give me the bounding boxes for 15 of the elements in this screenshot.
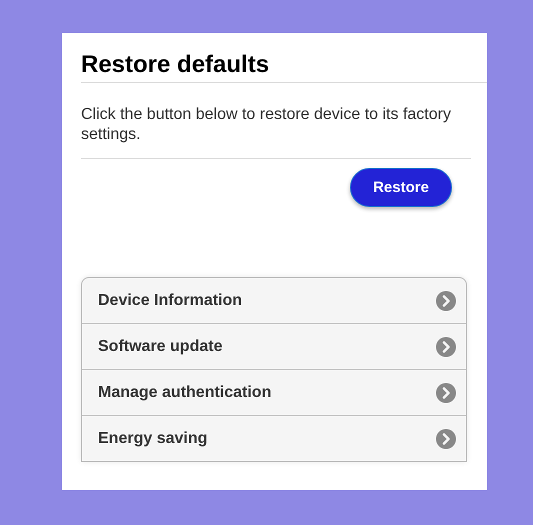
menu-item-label: Software update: [98, 338, 222, 356]
menu-item[interactable]: Manage authentication: [82, 369, 466, 415]
menu-item-label: Energy saving: [98, 430, 208, 448]
menu-item-label: Manage authentication: [98, 384, 272, 402]
chevron-icon: [436, 336, 456, 356]
menu-item-label: Device Information: [98, 292, 242, 310]
menu-item[interactable]: Software update: [82, 323, 466, 369]
page-title: Restore defaults: [81, 33, 487, 83]
restore-button[interactable]: Restore: [350, 168, 452, 207]
description-text: Click the button below to restore device to its factory settings.: [81, 83, 471, 159]
chevron-icon: [436, 382, 456, 402]
chevron-icon: [436, 428, 456, 448]
chevron-icon: [436, 290, 456, 310]
menu-item[interactable]: Device Information: [82, 278, 466, 323]
menu-item[interactable]: Energy saving: [82, 415, 466, 461]
